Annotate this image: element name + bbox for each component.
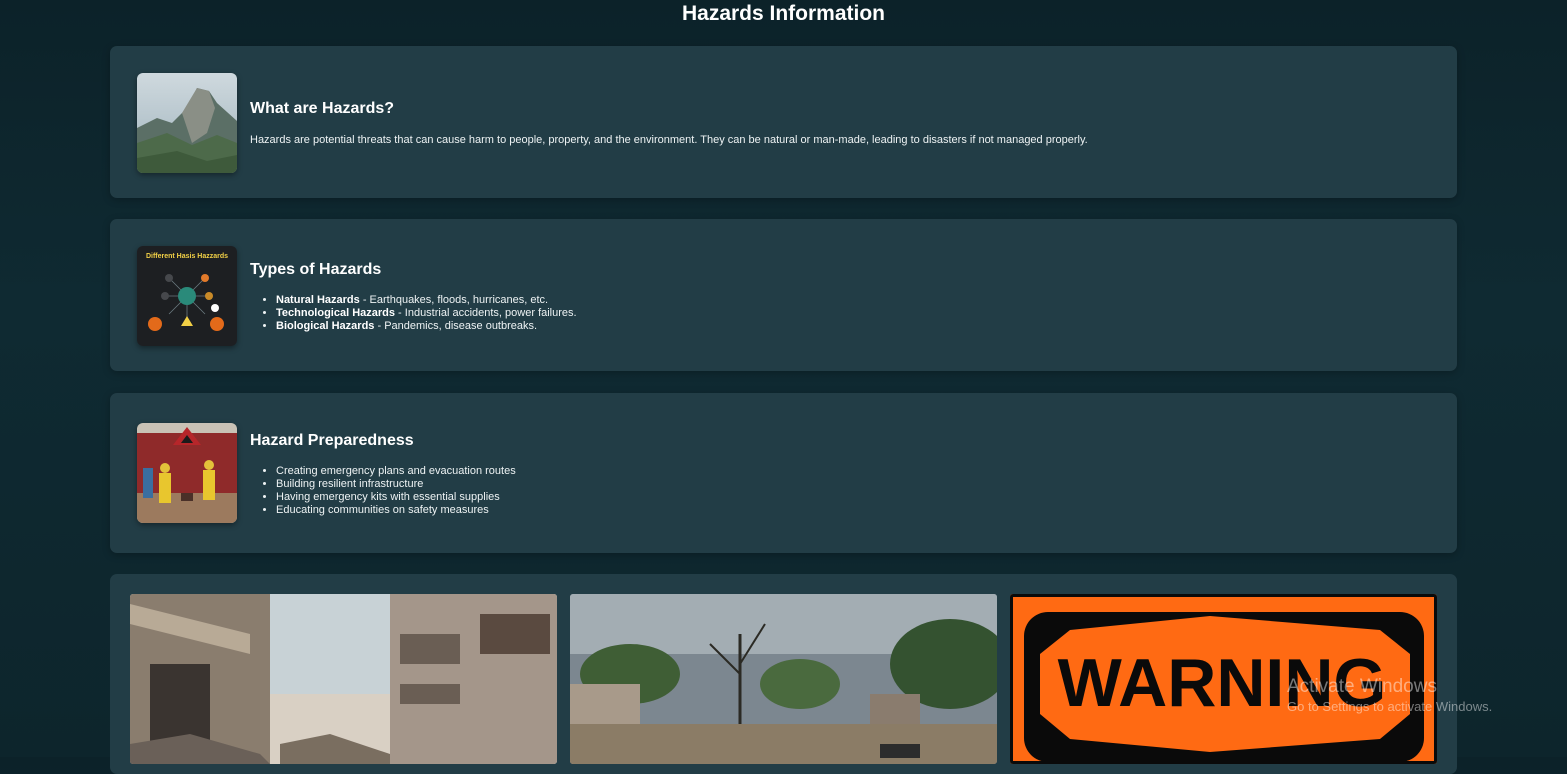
list-item: Creating emergency plans and evacuation …	[276, 465, 516, 478]
card-title: Types of Hazards	[250, 261, 382, 278]
list-item-label: Technological Hazards	[276, 307, 395, 319]
hazmat-workers-image	[137, 423, 237, 523]
card-title: Hazard Preparedness	[250, 432, 414, 449]
card-description: Hazards are potential threats that can c…	[250, 134, 1088, 146]
list-item-label: Biological Hazards	[276, 320, 375, 332]
image-gallery: WARNING	[110, 574, 1457, 774]
list-item-label: Natural Hazards	[276, 294, 360, 306]
list-item: Biological Hazards - Pandemics, disease …	[276, 320, 577, 333]
list-item: Having emergency kits with essential sup…	[276, 491, 516, 504]
preparedness-list: Creating emergency plans and evacuation …	[250, 465, 516, 517]
list-item: Building resilient infrastructure	[276, 478, 516, 491]
card-title: What are Hazards?	[250, 100, 395, 117]
hazard-infographic-image: Different Hasis Hazzards	[137, 246, 237, 346]
mountain-image	[137, 73, 237, 173]
flood-image	[570, 594, 997, 764]
list-item-text: - Pandemics, disease outbreaks.	[374, 320, 538, 332]
list-item-text: - Earthquakes, floods, hurricanes, etc.	[359, 294, 549, 306]
watermark-subtitle: Go to Settings to activate Windows.	[1287, 699, 1493, 714]
hazard-types-list: Natural Hazards - Earthquakes, floods, h…	[250, 294, 577, 333]
page-title: Hazards Information	[681, 2, 886, 25]
infographic-title: Different Hasis Hazzards	[146, 253, 228, 260]
watermark-title: Activate Windows	[1287, 676, 1437, 697]
list-item: Technological Hazards - Industrial accid…	[276, 307, 577, 320]
list-item: Educating communities on safety measures	[276, 504, 516, 517]
activate-windows-watermark: Activate Windows Go to Settings to activ…	[1287, 676, 1492, 716]
card-what-are-hazards: What are Hazards? Hazards are potential …	[110, 46, 1457, 198]
card-types-of-hazards: Different Hasis Hazzards Types of Hazard…	[110, 219, 1457, 371]
list-item-text: - Industrial accidents, power failures.	[395, 307, 577, 319]
earthquake-damage-image	[130, 594, 557, 764]
card-hazard-preparedness: Hazard Preparedness Creating emergency p…	[110, 393, 1457, 553]
list-item: Natural Hazards - Earthquakes, floods, h…	[276, 294, 577, 307]
